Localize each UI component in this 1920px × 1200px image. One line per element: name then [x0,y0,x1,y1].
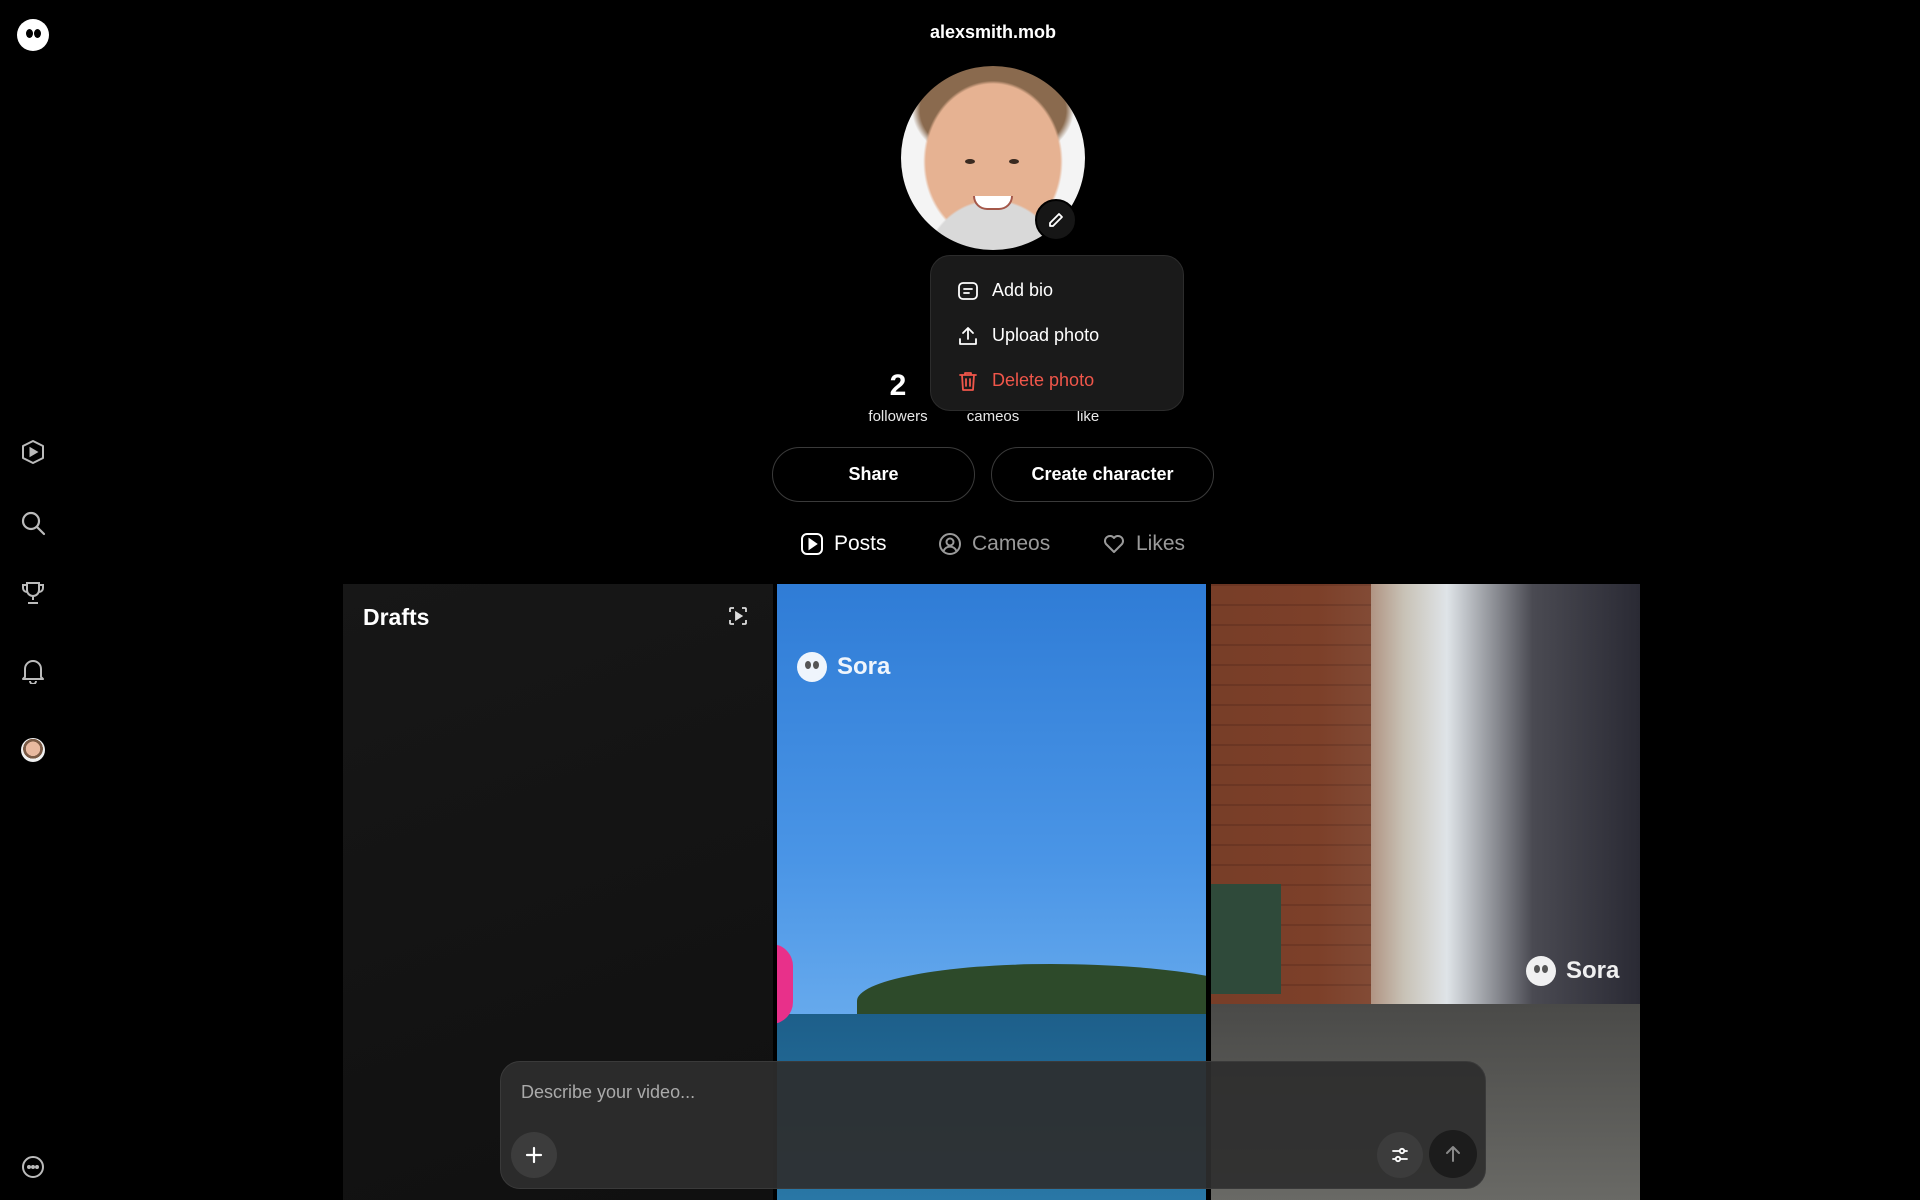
trophy-icon[interactable] [16,576,50,610]
pencil-icon [1047,211,1065,229]
edit-avatar-button[interactable] [1035,199,1077,241]
tab-cameos-label: Cameos [972,532,1051,555]
video-prompt-composer [500,1061,1486,1189]
search-icon[interactable] [16,506,50,540]
bell-icon[interactable] [16,654,50,688]
upload-photo-label: Upload photo [992,325,1100,345]
sliders-icon [1391,1146,1409,1164]
trash-icon [956,369,980,393]
tab-posts[interactable]: Posts [800,527,887,561]
feed-play-icon[interactable] [16,435,50,469]
play-square-icon [800,532,824,556]
profile-avatar-nav[interactable] [21,738,45,762]
upload-icon [956,324,980,348]
plus-icon [525,1146,543,1164]
heart-icon [1102,532,1126,556]
add-attachment-button[interactable] [511,1132,557,1178]
tab-posts-label: Posts [834,532,887,555]
tab-cameos[interactable]: Cameos [938,527,1050,561]
person-circle-icon [938,532,962,556]
add-bio-label: Add bio [992,280,1054,300]
profile-username: alexsmith.mob [929,22,1057,42]
create-character-button[interactable]: Create character [991,447,1214,502]
arrow-up-icon [1443,1144,1463,1164]
drafts-video-icon[interactable] [728,606,748,626]
sora-logo-icon [1526,956,1556,986]
bio-text-icon [956,279,980,303]
more-options-icon[interactable] [16,1150,50,1184]
delete-photo-label: Delete photo [992,370,1095,390]
sora-logo-icon [797,652,827,682]
sora-watermark: Sora [797,652,890,682]
avatar-menu: Add bio Upload photo Delete photo [930,255,1184,411]
sora-watermark: Sora [1526,956,1619,986]
add-bio-menu-item[interactable]: Add bio [931,268,1183,313]
followers-label: followers [868,408,928,425]
upload-photo-menu-item[interactable]: Upload photo [931,313,1183,358]
drafts-title: Drafts [363,604,430,630]
share-button[interactable]: Share [772,447,975,502]
tab-likes-label: Likes [1136,532,1186,555]
sidebar [0,0,68,1200]
delete-photo-menu-item[interactable]: Delete photo [931,358,1183,403]
send-button[interactable] [1429,1130,1477,1178]
describe-video-input[interactable] [521,1082,1321,1103]
settings-button[interactable] [1377,1132,1423,1178]
tab-likes[interactable]: Likes [1102,527,1185,561]
